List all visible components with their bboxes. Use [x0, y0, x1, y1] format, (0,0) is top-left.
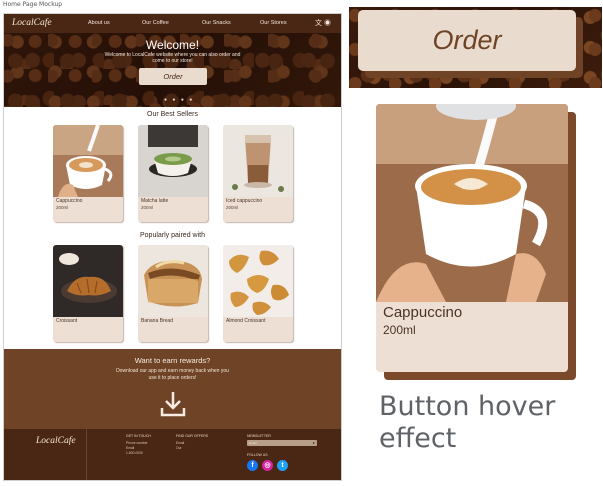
hover-caption: Button hover effect: [379, 391, 556, 454]
footer-contact-heading: GET IN TOUCH: [126, 434, 151, 438]
nav-icons: 文◉: [315, 18, 333, 28]
navbar: LocalCafe About us Our Coffee Our Snacks…: [4, 14, 341, 33]
product-card-almond-croissant[interactable]: Almond Croissant: [223, 245, 293, 342]
product-card-hover[interactable]: Cappuccino 200ml: [376, 104, 568, 372]
rewards-text: Download our app and earn money back whe…: [116, 368, 229, 381]
footer-contact-line[interactable]: Email: [126, 446, 134, 450]
hero-title: Welcome!: [145, 38, 200, 52]
email-placeholder: Email: [249, 441, 257, 445]
rewards-section: Want to earn rewards? Download our app a…: [4, 349, 341, 429]
download-icon[interactable]: [159, 390, 187, 418]
banana-bread-photo: [138, 245, 208, 317]
account-icon[interactable]: ◉: [324, 20, 333, 27]
iced-cappuccino-photo: [223, 125, 293, 197]
product-name: Iced cappuccino: [226, 198, 263, 204]
facebook-icon[interactable]: f: [247, 460, 258, 471]
mockup-label: Home Page Mockup: [3, 1, 63, 8]
product-size: 200ml: [56, 205, 69, 210]
product-size: 200ml: [141, 205, 154, 210]
translate-icon[interactable]: 文: [315, 20, 324, 27]
product-name: Matcha latte: [141, 198, 169, 204]
footer-divider: [86, 429, 87, 480]
product-size: 200ml: [226, 205, 239, 210]
product-name: Almond Croissant: [226, 318, 266, 324]
product-card-croissant[interactable]: Croissant: [53, 245, 123, 342]
product-name: Cappuccino: [56, 198, 83, 204]
carousel-dots[interactable]: ● ● ● ●: [164, 97, 194, 103]
twitter-icon[interactable]: t: [277, 460, 288, 471]
footer-logo[interactable]: LocalCafe: [36, 436, 76, 446]
product-card-banana-bread[interactable]: Banana Bread: [138, 245, 208, 342]
order-button[interactable]: Order: [139, 68, 207, 85]
newsletter-heading: NEWSLETTER: [247, 434, 271, 438]
submit-arrow-icon[interactable]: ▸: [313, 440, 315, 445]
product-size: 200ml: [383, 323, 416, 337]
footer-offers-heading: FIND OUR OFFERS: [176, 434, 209, 438]
footer-contact-line[interactable]: Phone number: [126, 441, 148, 445]
nav-link-snacks[interactable]: Our Snacks: [202, 20, 231, 26]
croissant-photo: [53, 245, 123, 317]
cappuccino-photo: [53, 125, 123, 197]
matcha-latte-photo: [138, 125, 208, 197]
product-name: Cappuccino: [383, 304, 463, 321]
product-name: Banana Bread: [141, 318, 173, 324]
product-name: Croissant: [56, 318, 78, 324]
hero-subtitle: Welcome to LocalCafe website where you c…: [104, 52, 241, 64]
footer: LocalCafe GET IN TOUCH Phone number Emai…: [4, 429, 341, 480]
follow-us-heading: FOLLOW US: [247, 453, 268, 457]
almond-croissant-photo: [223, 245, 293, 317]
homepage-mockup: LocalCafe About us Our Coffee Our Snacks…: [3, 13, 342, 481]
paired-title: Popularly paired with: [140, 232, 205, 239]
cappuccino-large-photo: [376, 104, 568, 302]
hero-banner: Welcome! Welcome to LocalCafe website wh…: [4, 33, 341, 107]
site-logo[interactable]: LocalCafe: [12, 18, 52, 28]
rewards-title: Want to earn rewards?: [134, 356, 211, 365]
nav-link-about[interactable]: About us: [88, 20, 110, 26]
newsletter-email-input[interactable]: Email ▸: [247, 440, 317, 446]
nav-link-stores[interactable]: Our Stores: [260, 20, 287, 26]
product-card-cappuccino[interactable]: Cappuccino 200ml: [53, 125, 123, 222]
best-sellers-title: Our Best Sellers: [147, 111, 198, 118]
footer-offers-line[interactable]: Email: [176, 441, 184, 445]
order-button-hover[interactable]: Order: [358, 10, 576, 71]
nav-link-coffee[interactable]: Our Coffee: [142, 20, 169, 26]
product-card-iced-cappuccino[interactable]: Iced cappuccino 200ml: [223, 125, 293, 222]
product-card-matcha[interactable]: Matcha latte 200ml: [138, 125, 208, 222]
footer-contact-line[interactable]: 1-800-0000: [126, 451, 143, 455]
footer-offers-line[interactable]: Our: [176, 446, 182, 450]
instagram-icon[interactable]: ◎: [262, 460, 273, 471]
